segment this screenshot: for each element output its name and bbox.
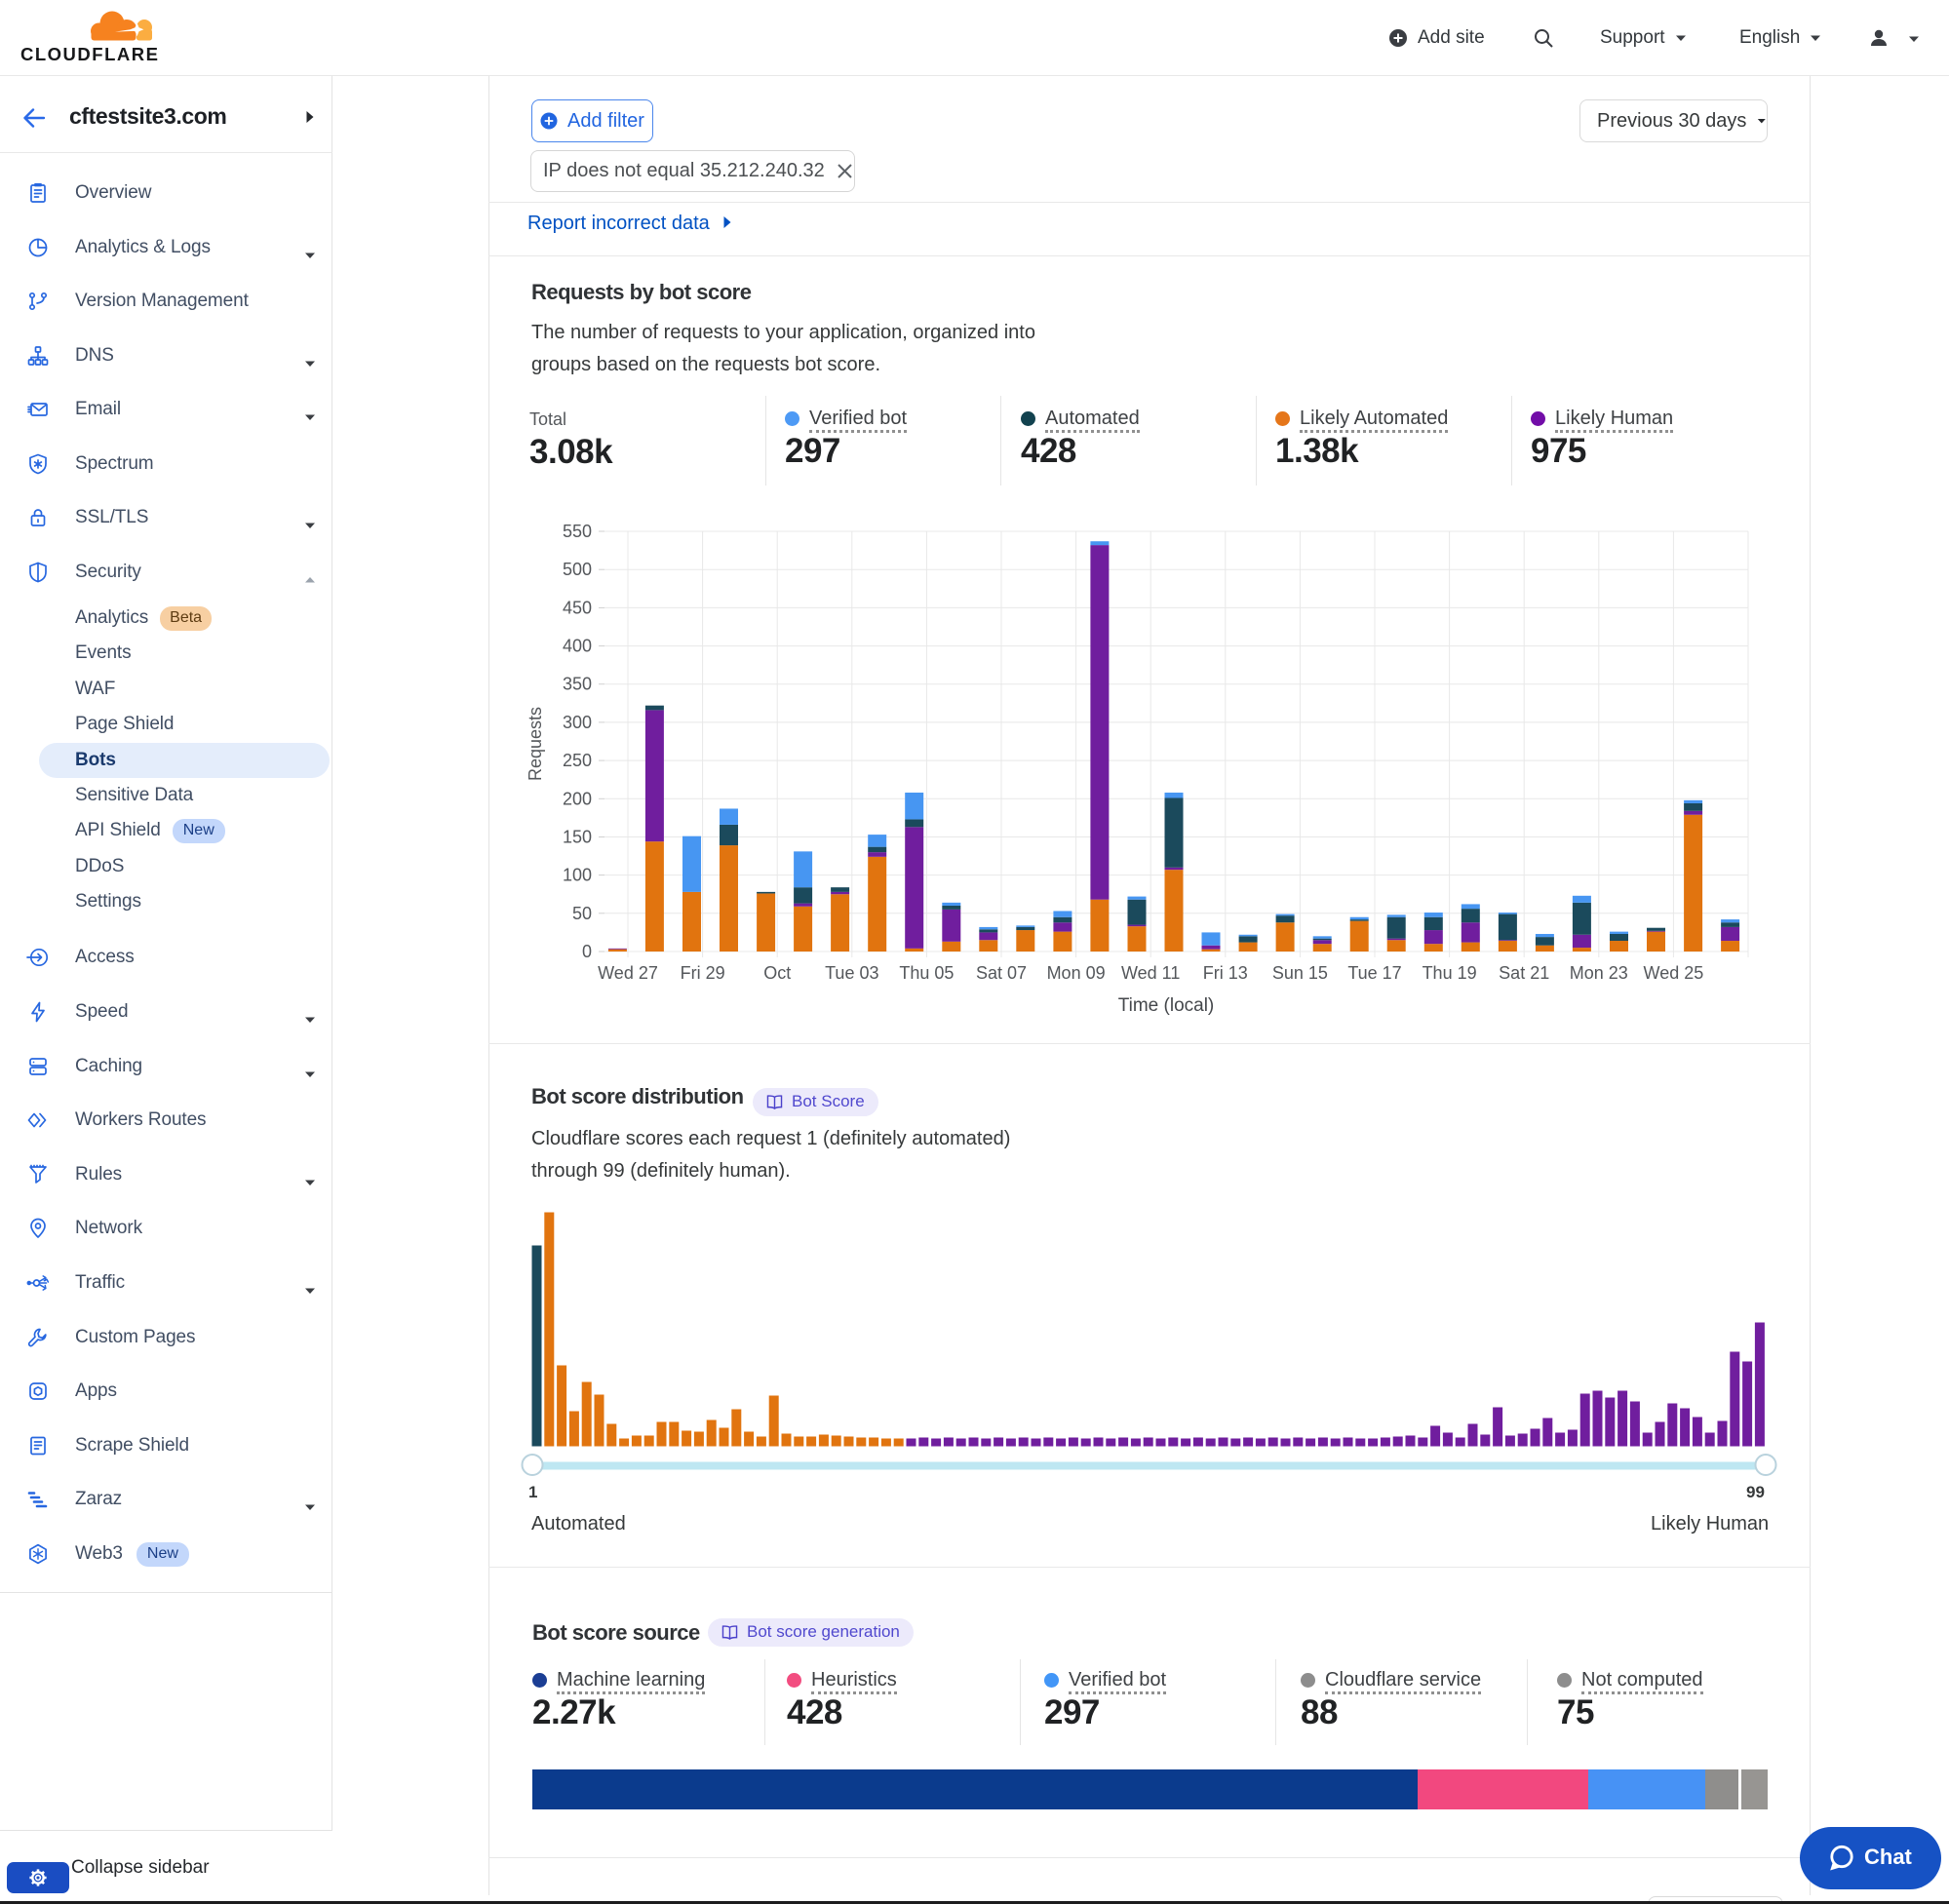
svg-text:200: 200 — [563, 789, 592, 808]
svg-text:Sun 15: Sun 15 — [1272, 963, 1328, 983]
svg-text:Wed 11: Wed 11 — [1121, 963, 1180, 983]
svg-text:Wed 27: Wed 27 — [598, 963, 658, 983]
svg-text:50: 50 — [572, 904, 592, 923]
svg-text:Tue 17: Tue 17 — [1347, 963, 1401, 983]
svg-text:550: 550 — [563, 522, 592, 541]
svg-text:300: 300 — [563, 713, 592, 732]
svg-text:Sat 07: Sat 07 — [976, 963, 1027, 983]
svg-text:Time (local): Time (local) — [1118, 995, 1215, 1016]
svg-text:100: 100 — [563, 866, 592, 885]
svg-text:Wed 25: Wed 25 — [1644, 963, 1704, 983]
svg-text:400: 400 — [563, 637, 592, 656]
svg-text:500: 500 — [563, 560, 592, 579]
svg-text:Tue 03: Tue 03 — [825, 963, 878, 983]
svg-text:Thu 19: Thu 19 — [1423, 963, 1477, 983]
svg-text:Thu 05: Thu 05 — [899, 963, 954, 983]
svg-text:Fri 13: Fri 13 — [1203, 963, 1248, 983]
svg-text:Oct: Oct — [763, 963, 791, 983]
svg-text:0: 0 — [582, 942, 592, 961]
svg-text:Mon 09: Mon 09 — [1047, 963, 1106, 983]
svg-text:250: 250 — [563, 751, 592, 770]
svg-text:Sat 21: Sat 21 — [1499, 963, 1549, 983]
svg-text:450: 450 — [563, 598, 592, 617]
svg-text:Fri 29: Fri 29 — [681, 963, 725, 983]
svg-text:350: 350 — [563, 675, 592, 694]
svg-text:Requests: Requests — [526, 707, 545, 781]
svg-text:Mon 23: Mon 23 — [1570, 963, 1628, 983]
svg-text:150: 150 — [563, 828, 592, 847]
